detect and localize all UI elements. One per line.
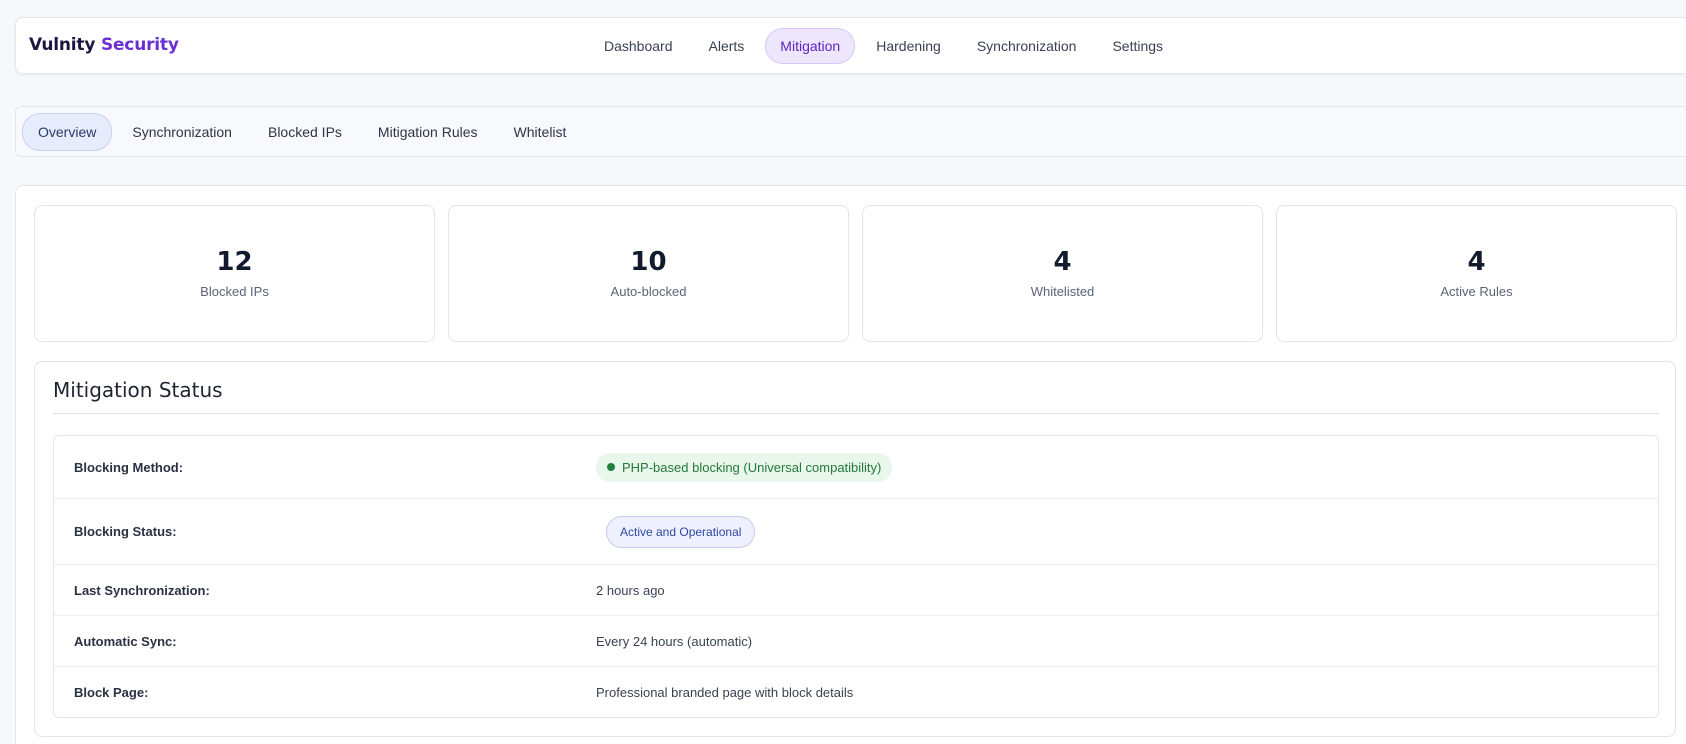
stat-label: Auto-blocked [610, 284, 687, 299]
status-dot-icon [607, 463, 615, 471]
brand-logo[interactable]: Vulnity Security [29, 35, 179, 55]
main-nav: Dashboard Alerts Mitigation Hardening Sy… [589, 28, 1178, 64]
status-table: Blocking Method: PHP-based blocking (Uni… [53, 435, 1659, 718]
mitigation-subtabs: Overview Synchronization Blocked IPs Mit… [15, 106, 1686, 157]
nav-settings[interactable]: Settings [1097, 28, 1178, 64]
stat-card-blocked-ips: 12 Blocked IPs [34, 205, 435, 342]
stat-value: 12 [216, 247, 253, 277]
tab-synchronization[interactable]: Synchronization [116, 113, 248, 151]
nav-synchronization[interactable]: Synchronization [962, 28, 1092, 64]
tab-overview[interactable]: Overview [22, 112, 113, 151]
nav-hardening[interactable]: Hardening [861, 28, 956, 64]
status-row-blocking-method: Blocking Method: PHP-based blocking (Uni… [54, 436, 1658, 499]
stat-value: 10 [630, 247, 667, 277]
status-row-last-sync: Last Synchronization: 2 hours ago [54, 565, 1658, 616]
row-label: Blocking Status: [74, 524, 177, 539]
stat-value: 4 [1467, 247, 1486, 277]
row-value: Every 24 hours (automatic) [596, 633, 753, 649]
stat-value: 4 [1053, 247, 1072, 277]
status-row-block-page: Block Page: Professional branded page wi… [54, 667, 1658, 717]
row-value: 2 hours ago [596, 582, 665, 598]
row-value: PHP-based blocking (Universal compatibil… [596, 452, 893, 482]
mitigation-status-card: Mitigation Status Blocking Method: PHP-b… [34, 361, 1676, 737]
nav-alerts[interactable]: Alerts [694, 28, 760, 64]
row-value: Active and Operational [596, 515, 756, 548]
row-value: Professional branded page with block det… [596, 684, 854, 700]
stat-label: Whitelisted [1030, 284, 1095, 299]
nav-dashboard[interactable]: Dashboard [589, 28, 688, 64]
row-label: Blocking Method: [74, 459, 184, 475]
status-row-automatic-sync: Automatic Sync: Every 24 hours (automati… [54, 616, 1658, 667]
tab-mitigation-rules[interactable]: Mitigation Rules [362, 113, 494, 151]
tab-blocked-ips[interactable]: Blocked IPs [252, 113, 358, 151]
nav-mitigation[interactable]: Mitigation [765, 28, 856, 64]
stat-card-auto-blocked: 10 Auto-blocked [448, 205, 849, 342]
stat-card-active-rules: 4 Active Rules [1276, 205, 1677, 342]
status-badge: Active and Operational [606, 515, 756, 548]
brand-suffix: Security [100, 35, 179, 55]
section-title: Mitigation Status [53, 378, 223, 402]
divider [53, 413, 1659, 414]
stats-row: 12 Blocked IPs 10 Auto-blocked 4 Whiteli… [34, 205, 1677, 342]
row-label: Automatic Sync: [74, 633, 177, 649]
blocking-method-badge: PHP-based blocking (Universal compatibil… [596, 452, 893, 482]
overview-panel: 12 Blocked IPs 10 Auto-blocked 4 Whiteli… [15, 185, 1686, 744]
status-row-blocking-status: Blocking Status: Active and Operational [54, 499, 1658, 565]
top-header: Vulnity Security Dashboard Alerts Mitiga… [15, 17, 1686, 74]
row-label: Block Page: [74, 684, 149, 700]
stat-card-whitelisted: 4 Whitelisted [862, 205, 1263, 342]
tab-whitelist[interactable]: Whitelist [498, 113, 583, 151]
row-label: Last Synchronization: [74, 582, 210, 598]
stat-label: Blocked IPs [200, 284, 269, 299]
brand-name: Vulnity [29, 35, 96, 55]
badge-text: PHP-based blocking (Universal compatibil… [622, 459, 882, 475]
stat-label: Active Rules [1440, 284, 1513, 299]
